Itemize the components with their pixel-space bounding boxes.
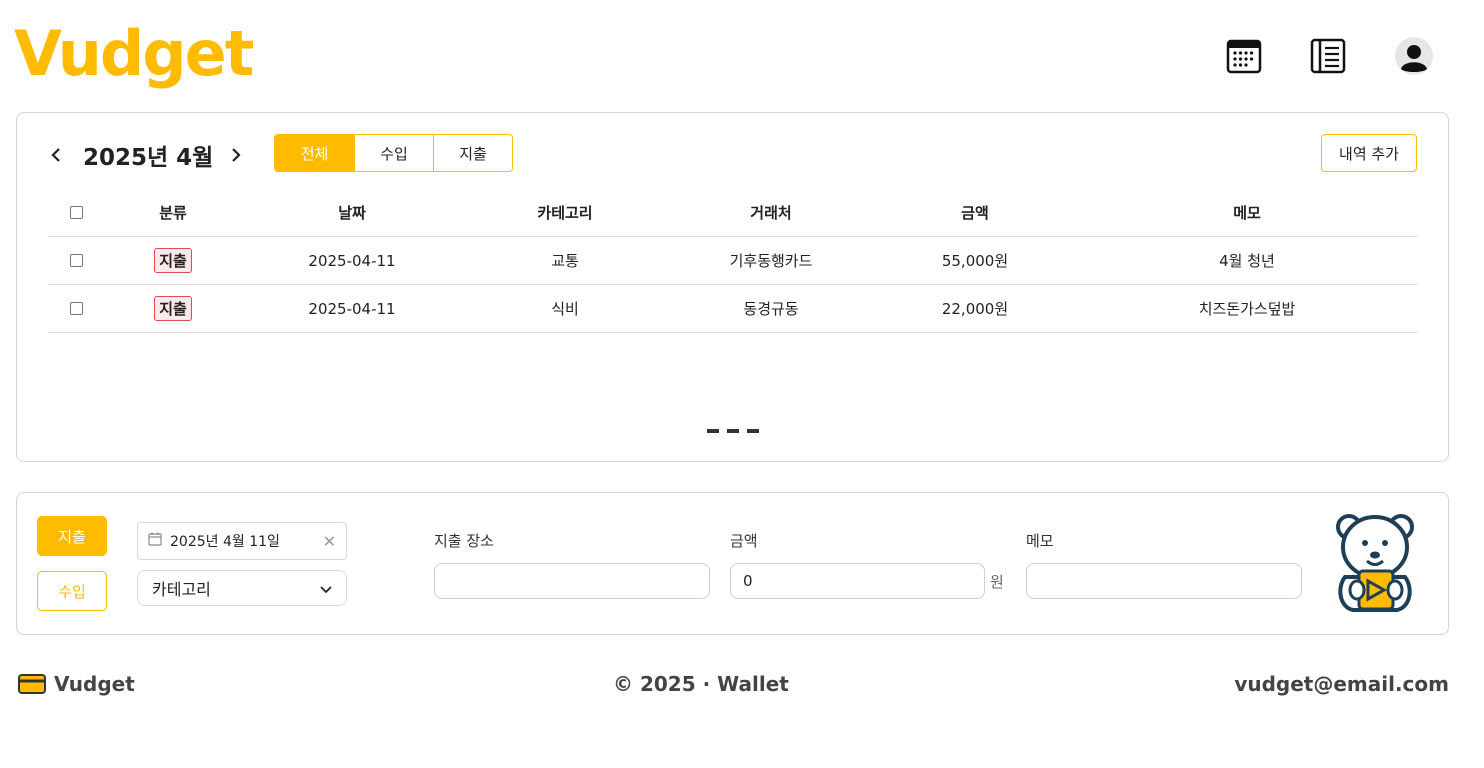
memo-label: 메모 (1026, 532, 1054, 550)
tab-expense[interactable]: 지출 (433, 135, 512, 171)
amount-label: 금액 (730, 532, 758, 550)
tab-all[interactable]: 전체 (275, 135, 354, 171)
tab-income[interactable]: 수입 (354, 135, 433, 171)
footer-copyright: © 2025 · Wallet (613, 672, 789, 696)
memo-input[interactable] (1026, 563, 1302, 599)
table-row[interactable]: 지출 2025-04-11 교통 기후동행카드 55,000원 4월 청년 (48, 237, 1418, 285)
entry-form-card: 지출 수입 2025년 4월 11일 ✕ 카테고리 지출 장소 금액 원 메모 (16, 492, 1449, 635)
column-header: 금액 (961, 204, 989, 222)
filter-tabs: 전체 수입 지출 (274, 134, 513, 172)
clear-date-icon[interactable]: ✕ (323, 532, 336, 551)
column-header: 날짜 (338, 204, 366, 222)
row-checkbox[interactable] (69, 302, 83, 315)
income-toggle-button[interactable]: 수입 (37, 571, 107, 611)
row-memo: 4월 청년 (1219, 252, 1275, 270)
row-category: 식비 (551, 300, 579, 318)
footer-brand: Vudget (18, 672, 135, 696)
ledger-card: 2025년 4월 전체 수입 지출 내역 추가 분류 날짜 카테고리 거래처 금… (16, 112, 1449, 462)
chevron-left-icon[interactable] (45, 144, 67, 166)
table-header: 분류 날짜 카테고리 거래처 금액 메모 (48, 189, 1418, 237)
row-memo: 치즈돈가스덮밥 (1198, 300, 1296, 318)
row-amount: 55,000원 (941, 252, 1009, 270)
expense-toggle-button[interactable]: 지출 (37, 516, 107, 556)
list-icon[interactable] (1308, 36, 1348, 76)
user-icon[interactable] (1394, 36, 1434, 76)
type-badge: 지출 (154, 296, 192, 321)
amount-unit: 원 (990, 573, 1004, 591)
chevron-down-icon (320, 579, 332, 598)
chevron-right-icon[interactable] (225, 144, 247, 166)
add-entry-button[interactable]: 내역 추가 (1321, 134, 1417, 172)
date-value: 2025년 4월 11일 (170, 534, 280, 550)
row-date: 2025-04-11 (308, 251, 396, 270)
type-badge: 지출 (154, 248, 192, 273)
category-select[interactable]: 카테고리 (137, 570, 347, 606)
row-vendor: 기후동행카드 (729, 252, 813, 270)
month-title: 2025년 4월 (83, 145, 214, 171)
column-header: 분류 (159, 204, 187, 222)
row-vendor: 동경규동 (743, 300, 799, 318)
column-header: 카테고리 (537, 204, 593, 222)
calendar-small-icon (148, 532, 162, 550)
row-category: 교통 (551, 252, 579, 270)
place-input[interactable] (434, 563, 710, 599)
row-date: 2025-04-11 (308, 299, 396, 318)
app-logo[interactable]: Vudget (14, 14, 254, 94)
place-label: 지출 장소 (434, 532, 494, 550)
loading-indicator (707, 429, 759, 433)
month-navigator: 2025년 4월 (45, 137, 247, 173)
footer-brand-name: Vudget (54, 672, 135, 696)
row-checkbox[interactable] (69, 254, 83, 267)
select-all-checkbox[interactable] (69, 206, 83, 219)
table-row[interactable]: 지출 2025-04-11 식비 동경규동 22,000원 치즈돈가스덮밥 (48, 285, 1418, 333)
column-header: 메모 (1233, 204, 1261, 222)
transactions-table: 분류 날짜 카테고리 거래처 금액 메모 지출 2025-04-11 교통 기후… (48, 189, 1418, 333)
column-header: 거래처 (750, 204, 792, 222)
footer-email[interactable]: vudget@email.com (1234, 672, 1449, 696)
calendar-icon[interactable] (1224, 36, 1264, 76)
date-picker[interactable]: 2025년 4월 11일 ✕ (137, 522, 347, 560)
wallet-icon (18, 674, 46, 694)
category-placeholder: 카테고리 (152, 580, 211, 599)
submit-bear-icon[interactable] (1335, 511, 1427, 617)
amount-input[interactable] (730, 563, 985, 599)
row-amount: 22,000원 (941, 300, 1009, 318)
